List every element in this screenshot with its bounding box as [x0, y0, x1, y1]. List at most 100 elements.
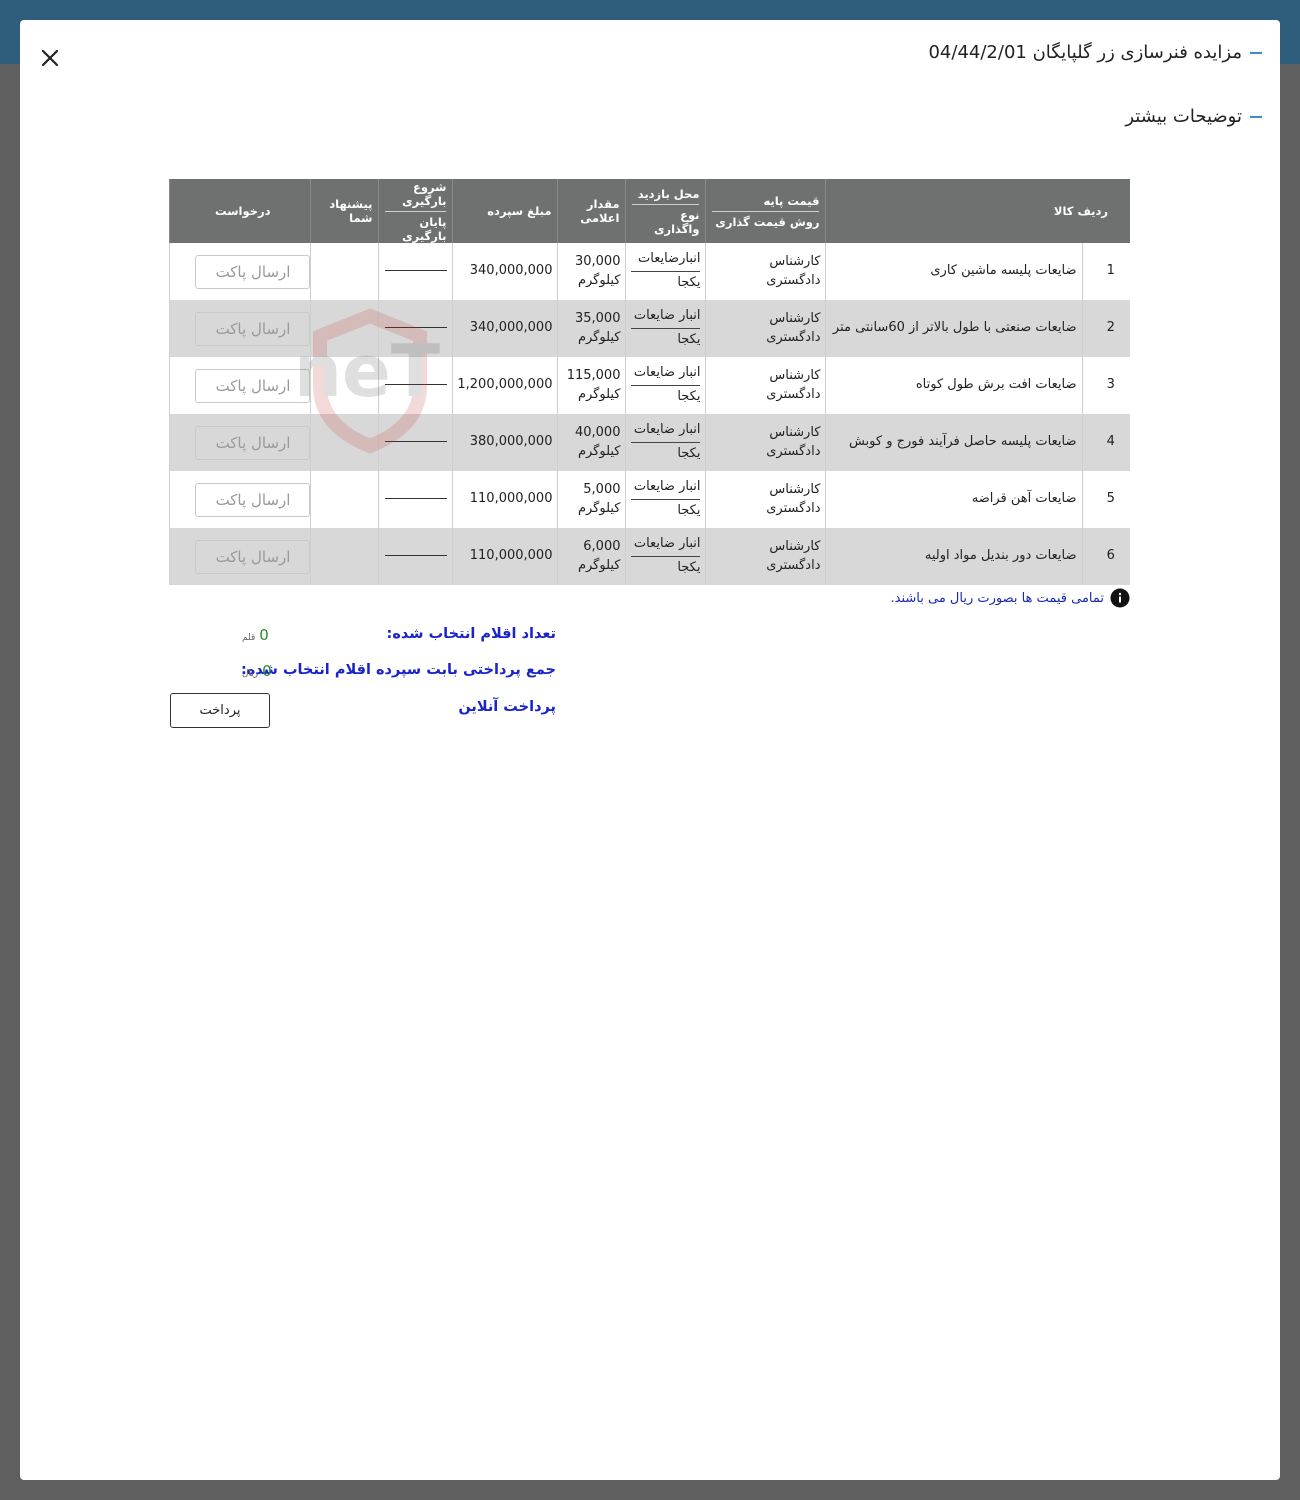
location-text: انبار ضایعات	[631, 478, 701, 500]
deposit-amount: 110,000,000	[452, 528, 558, 585]
loading-period	[378, 528, 453, 585]
table-row: 5 ضایعات آهن قراضه کارشناس دادگستری انبار ض…	[169, 471, 1130, 528]
pay-button[interactable]: پرداخت	[170, 693, 270, 728]
loading-dash	[384, 498, 447, 500]
send-packet-button[interactable]: ارسال پاکت	[195, 368, 311, 403]
location-text: انبار ضایعات	[631, 307, 701, 329]
declared-qty: 40,000 کیلوگرم	[557, 414, 626, 471]
visit-location: انبار ضایعات یکجا	[625, 414, 706, 471]
title-dash	[1250, 51, 1262, 54]
pricing-method: کارشناس دادگستری	[705, 528, 826, 585]
selected-count: قلم 0	[242, 626, 269, 644]
request-cell: ارسال پاکت	[169, 300, 311, 357]
items-table-wrapper: ردیف کالا قیمت پایه روش قیمت گذاری محل با…	[169, 179, 1130, 585]
pricing-method: کارشناس دادگستری	[705, 471, 826, 528]
transfer-type: یکجا	[677, 332, 701, 347]
your-offer	[310, 243, 379, 300]
visit-location: انبار ضایعات یکجا	[625, 300, 706, 357]
visit-location: انبارضایعات یکجا	[625, 243, 706, 300]
declared-qty: 5,000 کیلوگرم	[557, 471, 626, 528]
your-offer	[310, 528, 379, 585]
send-packet-button[interactable]: ارسال پاکت	[195, 425, 311, 460]
qty-unit: کیلوگرم	[577, 386, 621, 402]
selected-count-value: 0	[259, 626, 269, 644]
declared-qty: 30,000 کیلوگرم	[557, 243, 626, 300]
send-packet-button[interactable]: ارسال پاکت	[195, 539, 311, 574]
loading-dash	[384, 441, 447, 443]
send-packet-button[interactable]: ارسال پاکت	[195, 482, 311, 517]
item-name: ضایعات صنعتی با طول بالاتر از 60سانتی مت…	[825, 300, 1082, 357]
qty-unit: کیلوگرم	[577, 557, 621, 573]
qty-value: 35,000	[574, 310, 621, 326]
header-visit-location: محل بازدید نوع واگذاری	[625, 179, 706, 243]
price-note-text: تمامی قیمت ها بصورت ریال می باشند.	[890, 590, 1105, 606]
transfer-type: یکجا	[677, 446, 701, 461]
request-cell: ارسال پاکت	[169, 471, 311, 528]
header-row-item: ردیف کالا	[825, 179, 1130, 243]
table-row: 3 ضایعات افت برش طول کوتاه کارشناس دادگستر…	[169, 357, 1130, 414]
auction-items-table: ردیف کالا قیمت پایه روش قیمت گذاری محل با…	[169, 179, 1130, 585]
your-offer	[310, 300, 379, 357]
header-declared-qty: مقدار اعلامی	[557, 179, 626, 243]
loading-dash	[384, 555, 447, 557]
auction-details-modal: مزایده فنرسازی زر گلپایگان 04/44/2/01 تو…	[20, 20, 1280, 1480]
item-name: ضایعات آهن قراضه	[825, 471, 1082, 528]
table-body: 1 ضایعات پلیسه ماشین کاری کارشناس دادگستری…	[169, 243, 1130, 585]
table-row: 6 ضایعات دور بندیل مواد اولیه کارشناس دادگ…	[169, 528, 1130, 585]
loading-period	[378, 414, 453, 471]
loading-period	[378, 243, 453, 300]
total-deposit-unit: ریال	[242, 669, 259, 679]
selected-count-label: تعداد اقلام انتخاب شده:	[386, 626, 556, 642]
deposit-amount: 380,000,000	[452, 414, 558, 471]
item-name: ضایعات افت برش طول کوتاه	[825, 357, 1082, 414]
qty-value: 40,000	[574, 424, 621, 440]
loading-period	[378, 300, 453, 357]
table-row: 1 ضایعات پلیسه ماشین کاری کارشناس دادگستری…	[169, 243, 1130, 300]
total-deposit: ریال 0	[242, 662, 272, 680]
table-row: 2 ضایعات صنعتی با طول بالاتر از 60سانتی م…	[169, 300, 1130, 357]
declared-qty: 115,000 کیلوگرم	[557, 357, 626, 414]
your-offer	[310, 357, 379, 414]
deposit-amount: 340,000,000	[452, 300, 558, 357]
close-icon	[41, 49, 59, 67]
your-offer	[310, 471, 379, 528]
your-offer	[310, 414, 379, 471]
header-loading: شروع بارگیری پایان بارگیری	[378, 179, 453, 243]
qty-value: 5,000	[583, 481, 621, 497]
qty-unit: کیلوگرم	[577, 272, 621, 288]
selected-count-unit: قلم	[242, 633, 256, 643]
loading-period	[378, 471, 453, 528]
row-number: 5	[1081, 471, 1130, 528]
transfer-type: یکجا	[677, 503, 701, 518]
online-payment-label: پرداخت آنلاین	[458, 699, 556, 715]
send-packet-button[interactable]: ارسال پاکت	[195, 311, 311, 346]
close-button[interactable]	[38, 46, 62, 70]
qty-unit: کیلوگرم	[577, 443, 621, 459]
visit-location: انبار ضایعات یکجا	[625, 357, 706, 414]
send-packet-button[interactable]: ارسال پاکت	[195, 254, 311, 289]
location-text: انبار ضایعات	[631, 421, 701, 443]
item-name: ضایعات پلیسه حاصل فرآیند فورج و کوبش	[825, 414, 1082, 471]
header-request: درخواست	[169, 179, 311, 243]
visit-location: انبار ضایعات یکجا	[625, 528, 706, 585]
row-number: 4	[1081, 414, 1130, 471]
table-header-row: ردیف کالا قیمت پایه روش قیمت گذاری محل با…	[169, 179, 1130, 243]
qty-unit: کیلوگرم	[577, 500, 621, 516]
pricing-method: کارشناس دادگستری	[705, 414, 826, 471]
row-number: 3	[1081, 357, 1130, 414]
loading-period	[378, 357, 453, 414]
more-details-text: توضیحات بیشتر	[1125, 106, 1242, 127]
info-icon	[1110, 588, 1130, 608]
location-text: انبار ضایعات	[631, 364, 701, 386]
request-cell: ارسال پاکت	[169, 528, 311, 585]
location-text: انبارضایعات	[631, 250, 701, 272]
total-deposit-value: 0	[262, 662, 272, 680]
declared-qty: 6,000 کیلوگرم	[557, 528, 626, 585]
location-text: انبار ضایعات	[631, 535, 701, 557]
more-details-heading[interactable]: توضیحات بیشتر	[1125, 106, 1262, 127]
header-base-price: قیمت پایه روش قیمت گذاری	[705, 179, 826, 243]
visit-location: انبار ضایعات یکجا	[625, 471, 706, 528]
item-name: ضایعات پلیسه ماشین کاری	[825, 243, 1082, 300]
qty-value: 115,000	[566, 367, 621, 383]
deposit-amount: 340,000,000	[452, 243, 558, 300]
